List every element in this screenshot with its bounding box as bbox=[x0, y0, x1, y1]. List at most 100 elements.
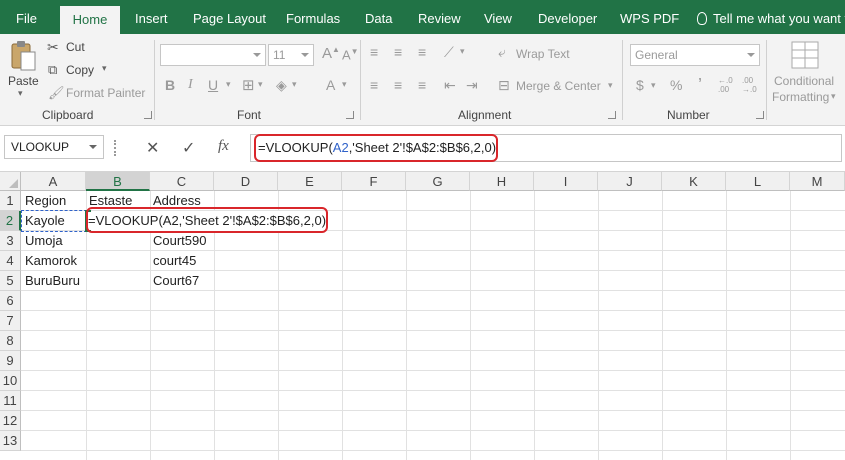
column-header-m[interactable]: M bbox=[790, 172, 845, 191]
row-header-2[interactable]: 2 bbox=[0, 211, 21, 231]
wrap-text-button[interactable]: Wrap Text bbox=[516, 47, 570, 61]
column-header-g[interactable]: G bbox=[406, 172, 470, 191]
number-launcher[interactable] bbox=[756, 111, 764, 119]
row-header-5[interactable]: 5 bbox=[0, 271, 21, 291]
row-header-11[interactable]: 11 bbox=[0, 391, 21, 411]
column-header-j[interactable]: J bbox=[598, 172, 662, 191]
align-left-icon[interactable]: ≡ bbox=[370, 77, 378, 93]
select-all-button[interactable] bbox=[0, 172, 21, 191]
bold-icon[interactable]: B bbox=[165, 77, 175, 93]
font-size-combo[interactable]: 11 bbox=[268, 44, 314, 66]
column-header-e[interactable]: E bbox=[278, 172, 342, 191]
name-box[interactable]: VLOOKUP bbox=[4, 135, 104, 159]
column-header-f[interactable]: F bbox=[342, 172, 406, 191]
row-header-13[interactable]: 13 bbox=[0, 431, 21, 451]
format-painter-button[interactable]: Format Painter bbox=[66, 86, 145, 100]
cell-c5[interactable]: Court67 bbox=[150, 271, 199, 291]
font-color-dropdown-icon[interactable]: ▾ bbox=[342, 79, 347, 90]
fill-color-dropdown-icon[interactable]: ▾ bbox=[292, 79, 297, 90]
row-header-3[interactable]: 3 bbox=[0, 231, 21, 251]
cancel-icon[interactable]: ✕ bbox=[146, 138, 159, 158]
row-header-9[interactable]: 9 bbox=[0, 351, 21, 371]
middle-align-icon[interactable]: ≡ bbox=[394, 44, 402, 60]
increase-decimal-icon[interactable]: ←.0 .00 bbox=[718, 76, 738, 94]
borders-icon[interactable]: ⊞ bbox=[242, 76, 255, 94]
tab-view[interactable]: View bbox=[484, 0, 512, 34]
tab-page-layout[interactable]: Page Layout bbox=[193, 0, 266, 34]
column-header-a[interactable]: A bbox=[21, 172, 86, 191]
cell-a1[interactable]: Region bbox=[22, 191, 66, 211]
copy-dropdown-icon[interactable]: ▾ bbox=[102, 63, 107, 74]
merge-center-button[interactable]: Merge & Center bbox=[516, 79, 601, 93]
bottom-align-icon[interactable]: ≡ bbox=[418, 44, 426, 60]
wrap-text-icon[interactable]: ⤶ bbox=[498, 44, 506, 61]
row-header-4[interactable]: 4 bbox=[0, 251, 21, 271]
cell-a3[interactable]: Umoja bbox=[22, 231, 63, 251]
fill-color-icon[interactable]: ◈ bbox=[276, 77, 287, 94]
conditional-formatting-label-2[interactable]: Formatting bbox=[772, 90, 829, 104]
orientation-icon[interactable]: ⟋ bbox=[444, 44, 454, 61]
top-align-icon[interactable]: ≡ bbox=[370, 44, 378, 60]
percent-icon[interactable]: % bbox=[670, 77, 682, 93]
tab-insert[interactable]: Insert bbox=[135, 0, 168, 34]
tab-developer[interactable]: Developer bbox=[538, 0, 597, 34]
merge-dropdown-icon[interactable]: ▾ bbox=[608, 80, 613, 91]
column-header-d[interactable]: D bbox=[214, 172, 278, 191]
row-header-8[interactable]: 8 bbox=[0, 331, 21, 351]
cell-c4[interactable]: court45 bbox=[150, 251, 196, 271]
cell-a5[interactable]: BuruBuru bbox=[22, 271, 80, 291]
clipboard-launcher[interactable] bbox=[144, 111, 152, 119]
tab-data[interactable]: Data bbox=[365, 0, 392, 34]
tell-me-box[interactable]: Tell me what you want to bbox=[697, 0, 845, 34]
enter-icon[interactable]: ✓ bbox=[182, 138, 195, 158]
font-launcher[interactable] bbox=[346, 111, 354, 119]
orientation-dropdown-icon[interactable]: ▾ bbox=[460, 46, 465, 57]
tab-file[interactable]: File bbox=[16, 0, 37, 34]
tab-wps-pdf[interactable]: WPS PDF bbox=[620, 0, 679, 34]
copy-button[interactable]: Copy bbox=[66, 63, 94, 77]
paste-button[interactable]: Paste bbox=[8, 74, 39, 88]
underline-icon[interactable]: U bbox=[208, 77, 218, 93]
conditional-formatting-dropdown-icon[interactable]: ▾ bbox=[831, 91, 836, 102]
column-header-i[interactable]: I bbox=[534, 172, 598, 191]
decrease-indent-icon[interactable]: ⇤ bbox=[444, 77, 456, 94]
column-header-c[interactable]: C bbox=[150, 172, 214, 191]
currency-dropdown-icon[interactable]: ▾ bbox=[651, 80, 656, 91]
italic-icon[interactable]: I bbox=[188, 77, 193, 93]
tab-home[interactable]: Home bbox=[60, 6, 120, 34]
merge-icon[interactable]: ⊟ bbox=[498, 77, 510, 94]
column-header-k[interactable]: K bbox=[662, 172, 726, 191]
row-header-12[interactable]: 12 bbox=[0, 411, 21, 431]
align-right-icon[interactable]: ≡ bbox=[418, 77, 426, 93]
name-box-dropdown-icon[interactable] bbox=[89, 145, 97, 149]
paste-dropdown-icon[interactable]: ▾ bbox=[18, 88, 23, 99]
paste-icon[interactable] bbox=[10, 40, 36, 72]
increase-indent-icon[interactable]: ⇥ bbox=[466, 77, 478, 94]
shrink-font-icon[interactable]: A▼ bbox=[342, 47, 359, 62]
alignment-launcher[interactable] bbox=[608, 111, 616, 119]
number-format-combo[interactable]: General bbox=[630, 44, 760, 66]
cell-c3[interactable]: Court590 bbox=[150, 231, 206, 251]
row-header-10[interactable]: 10 bbox=[0, 371, 21, 391]
copy-icon[interactable]: ⧉ bbox=[48, 62, 57, 78]
tab-formulas[interactable]: Formulas bbox=[286, 0, 340, 34]
underline-dropdown-icon[interactable]: ▾ bbox=[226, 79, 231, 90]
tab-review[interactable]: Review bbox=[418, 0, 461, 34]
cut-icon[interactable]: ✂ bbox=[47, 39, 59, 56]
currency-icon[interactable]: $ bbox=[636, 77, 644, 93]
column-header-l[interactable]: L bbox=[726, 172, 790, 191]
font-name-combo[interactable] bbox=[160, 44, 266, 66]
conditional-formatting-label-1[interactable]: Conditional bbox=[774, 74, 834, 88]
row-header-6[interactable]: 6 bbox=[0, 291, 21, 311]
borders-dropdown-icon[interactable]: ▾ bbox=[258, 79, 263, 90]
grow-font-icon[interactable]: A▲ bbox=[322, 45, 340, 62]
row-header-7[interactable]: 7 bbox=[0, 311, 21, 331]
cell-a4[interactable]: Kamorok bbox=[22, 251, 77, 271]
cut-button[interactable]: Cut bbox=[66, 40, 85, 54]
decrease-decimal-icon[interactable]: .00 →.0 bbox=[742, 76, 762, 94]
formula-bar-grip[interactable] bbox=[114, 140, 118, 156]
conditional-formatting-icon[interactable] bbox=[790, 40, 820, 70]
align-center-icon[interactable]: ≡ bbox=[394, 77, 402, 93]
font-color-icon[interactable]: A bbox=[326, 77, 335, 93]
column-header-h[interactable]: H bbox=[470, 172, 534, 191]
